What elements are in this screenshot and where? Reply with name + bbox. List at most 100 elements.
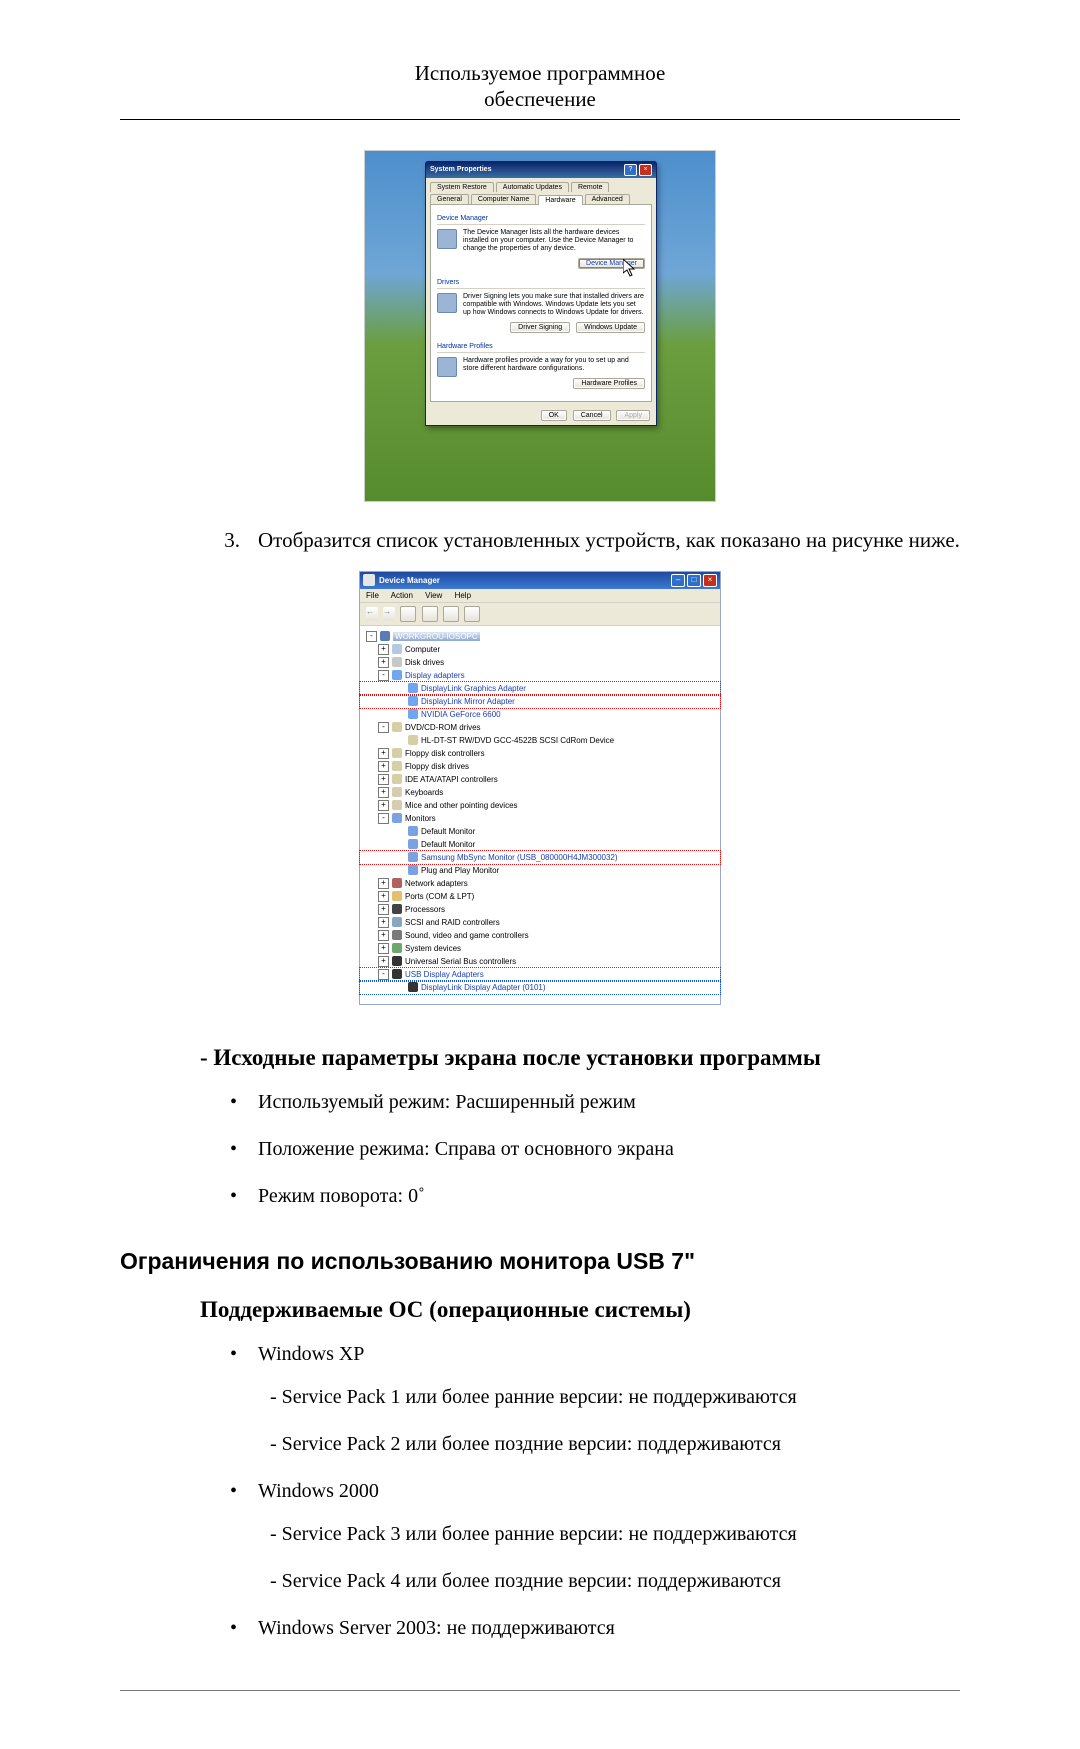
expand-icon[interactable]: + — [378, 774, 389, 785]
tab-general[interactable]: General — [430, 194, 469, 204]
tab-computer-name[interactable]: Computer Name — [471, 194, 536, 204]
tree-node-label: IDE ATA/ATAPI controllers — [405, 775, 498, 784]
window-title: System Properties — [430, 166, 622, 173]
tree-node[interactable]: Samsung MbSync Monitor (USB_080000H4JM30… — [360, 851, 720, 864]
tree-node[interactable]: +Computer — [360, 643, 720, 656]
expand-icon[interactable]: - — [378, 722, 389, 733]
tree-node[interactable]: +System devices — [360, 942, 720, 955]
hardware-profiles-text: Hardware profiles provide a way for you … — [463, 357, 645, 374]
expand-icon[interactable]: + — [378, 761, 389, 772]
expand-icon[interactable]: + — [378, 956, 389, 967]
tree-node[interactable]: +Processors — [360, 903, 720, 916]
mouse-cursor-icon — [623, 259, 639, 279]
tree-node[interactable]: HL-DT-ST RW/DVD GCC-4522B SCSI CdRom Dev… — [360, 734, 720, 747]
tree-node[interactable]: + Disk drives — [360, 656, 720, 669]
tree-node-label: Disk drives — [405, 658, 444, 667]
driver-signing-button[interactable]: Driver Signing — [510, 322, 570, 333]
expand-icon[interactable]: + — [378, 943, 389, 954]
device-icon — [392, 917, 402, 927]
toolbar-btn-4[interactable] — [464, 606, 480, 622]
tree-node[interactable]: -Display adapters — [360, 669, 720, 682]
dm-toolbar: ← → — [360, 603, 720, 626]
dm-app-icon — [363, 574, 375, 586]
menu-view[interactable]: View — [425, 591, 442, 600]
device-icon — [392, 657, 402, 667]
toolbar-btn-1[interactable] — [400, 606, 416, 622]
ok-button[interactable]: OK — [541, 410, 567, 421]
os-sub-item: - Service Pack 2 или более поздние верси… — [270, 1433, 960, 1456]
expand-icon[interactable]: + — [378, 917, 389, 928]
expand-icon[interactable]: + — [378, 748, 389, 759]
maximize-button[interactable]: □ — [687, 574, 701, 587]
tree-node-label: Default Monitor — [421, 827, 475, 836]
system-properties-screenshot: System Properties ? × System Restore Aut… — [364, 150, 716, 502]
tree-node[interactable]: +Ports (COM & LPT) — [360, 890, 720, 903]
initial-settings-list: Используемый режим: Расширенный режим По… — [230, 1091, 960, 1208]
tree-node[interactable]: +SCSI and RAID controllers — [360, 916, 720, 929]
expand-icon[interactable]: - — [378, 969, 389, 980]
tree-node[interactable]: -Monitors — [360, 812, 720, 825]
tab-automatic-updates[interactable]: Automatic Updates — [496, 182, 569, 192]
tab-advanced[interactable]: Advanced — [585, 194, 630, 204]
document-page: Используемое программное обеспечение Sys… — [0, 0, 1080, 1749]
close-button[interactable]: × — [703, 574, 717, 587]
expand-icon[interactable]: + — [378, 878, 389, 889]
tree-root-label[interactable]: WORKGROU-IOSOPC — [393, 632, 480, 641]
tree-node-label: HL-DT-ST RW/DVD GCC-4522B SCSI CdRom Dev… — [421, 736, 614, 745]
expand-icon[interactable]: - — [366, 631, 377, 642]
windows-update-button[interactable]: Windows Update — [576, 322, 645, 333]
tree-node[interactable]: +Universal Serial Bus controllers — [360, 955, 720, 968]
header-line2: обеспечение — [484, 87, 596, 111]
tree-node[interactable]: + IDE ATA/ATAPI controllers — [360, 773, 720, 786]
device-icon — [392, 891, 402, 901]
tree-node[interactable]: +Floppy disk drives — [360, 760, 720, 773]
toolbar-btn-3[interactable] — [443, 606, 459, 622]
device-tree[interactable]: -WORKGROU-IOSOPC+Computer+Disk drives-Di… — [360, 626, 720, 1004]
tree-node[interactable]: Default Monitor — [360, 838, 720, 851]
device-manager-screenshot: Device Manager ‒ □ × File Action View He… — [359, 571, 721, 1005]
computer-root-icon — [380, 631, 390, 641]
tree-node[interactable]: Plug and Play Monitor — [360, 864, 720, 877]
close-button[interactable]: × — [639, 164, 652, 176]
tree-node[interactable]: +Network adapters — [360, 877, 720, 890]
tab-hardware[interactable]: Hardware — [538, 195, 582, 205]
tree-node-label: Mice and other pointing devices — [405, 801, 518, 810]
apply-button[interactable]: Apply — [616, 410, 650, 421]
expand-icon[interactable]: + — [378, 657, 389, 668]
tab-system-restore[interactable]: System Restore — [430, 182, 494, 192]
cancel-button[interactable]: Cancel — [573, 410, 611, 421]
expand-icon[interactable]: + — [378, 891, 389, 902]
tab-remote[interactable]: Remote — [571, 182, 610, 192]
menu-file[interactable]: File — [366, 591, 379, 600]
tab-strip-row1: System Restore Automatic Updates Remote — [426, 178, 656, 192]
expand-icon[interactable]: + — [378, 904, 389, 915]
expand-icon[interactable]: + — [378, 930, 389, 941]
expand-icon[interactable]: - — [378, 813, 389, 824]
tree-node[interactable]: DisplayLink Display Adapter (0101) — [360, 981, 720, 994]
help-button[interactable]: ? — [624, 164, 637, 176]
menu-help[interactable]: Help — [455, 591, 471, 600]
tree-node[interactable]: -USB Display Adapters — [360, 968, 720, 981]
expand-icon[interactable]: - — [378, 670, 389, 681]
expand-icon[interactable]: + — [378, 644, 389, 655]
expand-icon[interactable]: + — [378, 787, 389, 798]
device-icon — [392, 943, 402, 953]
tab-strip-row2: General Computer Name Hardware Advanced — [426, 192, 656, 204]
tree-node[interactable]: -DVD/CD-ROM drives — [360, 721, 720, 734]
tree-node[interactable]: +Sound, video and game controllers — [360, 929, 720, 942]
expand-icon[interactable]: + — [378, 800, 389, 811]
toolbar-forward-icon[interactable]: → — [383, 607, 395, 621]
tree-node[interactable]: NVIDIA GeForce 6600 — [360, 708, 720, 721]
tree-node[interactable]: DisplayLink Mirror Adapter — [360, 695, 720, 708]
toolbar-back-icon[interactable]: ← — [366, 607, 378, 621]
tree-node[interactable]: DisplayLink Graphics Adapter — [360, 682, 720, 695]
dm-titlebar: Device Manager ‒ □ × — [360, 572, 720, 589]
toolbar-btn-2[interactable] — [422, 606, 438, 622]
menu-action[interactable]: Action — [391, 591, 413, 600]
hardware-profiles-button[interactable]: Hardware Profiles — [573, 378, 645, 389]
tree-node[interactable]: + Mice and other pointing devices — [360, 799, 720, 812]
tree-node[interactable]: +Floppy disk controllers — [360, 747, 720, 760]
tree-node[interactable]: +Keyboards — [360, 786, 720, 799]
tree-node[interactable]: Default Monitor — [360, 825, 720, 838]
minimize-button[interactable]: ‒ — [671, 574, 685, 587]
